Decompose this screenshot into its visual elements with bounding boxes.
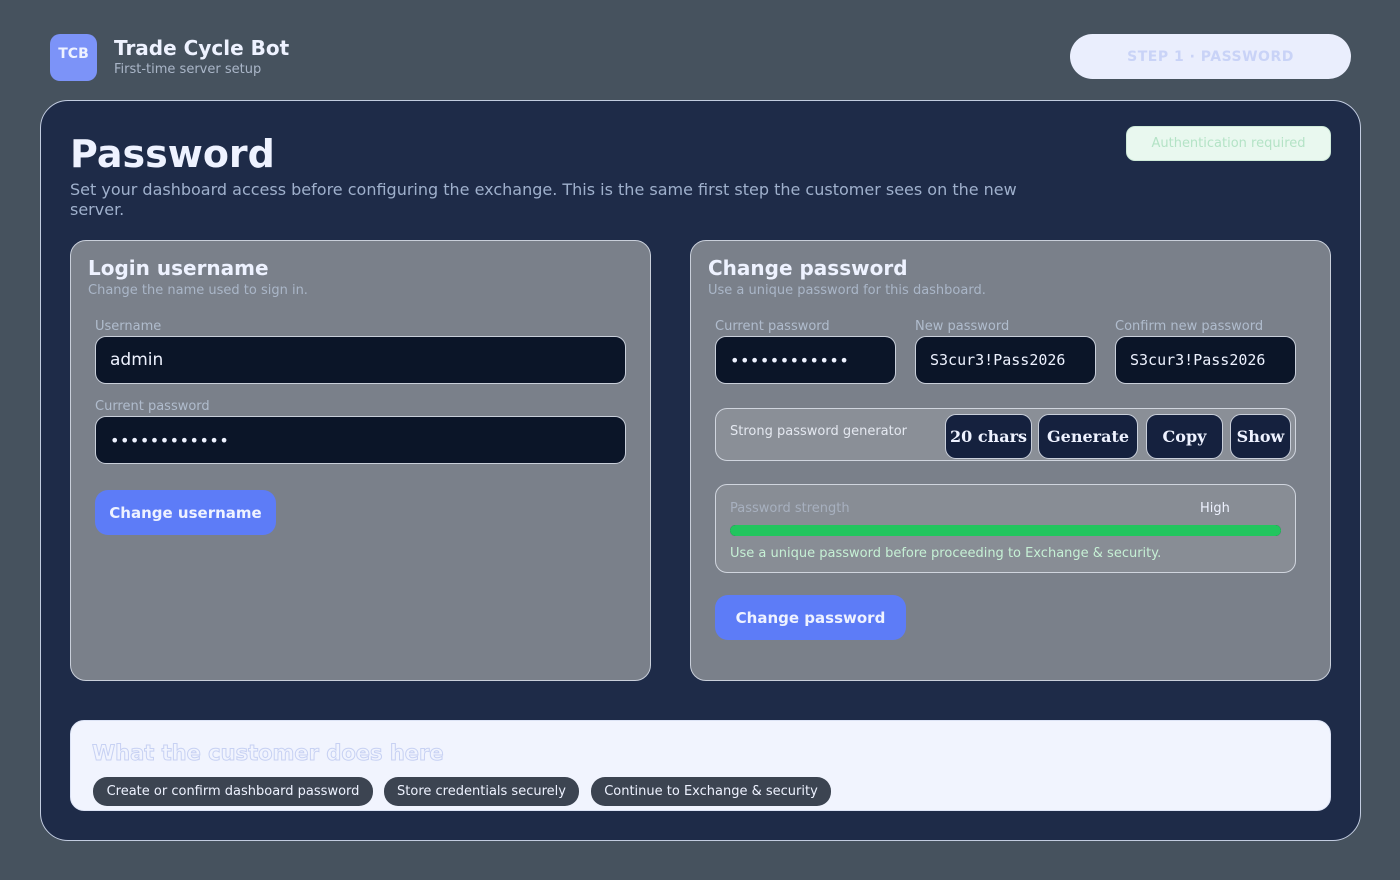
- login-current-password-label: Current password: [95, 399, 210, 414]
- current-password-label: Current password: [715, 319, 830, 334]
- customer-step-chip: Store credentials securely: [384, 777, 579, 806]
- strength-value: High: [1200, 501, 1230, 516]
- show-button[interactable]: Show: [1230, 414, 1291, 459]
- copy-button[interactable]: Copy: [1146, 414, 1223, 459]
- current-password-input[interactable]: ••••••••••••: [715, 336, 896, 384]
- login-panel-title: Login username: [88, 256, 269, 280]
- auth-status-badge: Authentication required: [1126, 126, 1331, 161]
- new-password-label: New password: [915, 319, 1010, 334]
- change-username-button[interactable]: Change username: [95, 490, 276, 535]
- confirm-password-label: Confirm new password: [1115, 319, 1264, 334]
- page-description: Set your dashboard access before configu…: [70, 180, 1017, 219]
- app-logo: TCB: [50, 34, 97, 81]
- username-input[interactable]: admin: [95, 336, 626, 384]
- customer-steps-title: What the customer does here: [92, 741, 445, 766]
- generate-button[interactable]: Generate: [1038, 414, 1138, 459]
- strength-meter: [730, 525, 1281, 536]
- customer-step-chip: Continue to Exchange & security: [591, 777, 831, 806]
- new-password-input[interactable]: S3cur3!Pass2026: [915, 336, 1096, 384]
- step-indicator: STEP 1 · PASSWORD: [1070, 34, 1351, 79]
- strength-meter-fill: [730, 525, 1281, 536]
- strength-note: Use a unique password before proceeding …: [730, 546, 1162, 561]
- login-current-password-input[interactable]: ••••••••••••: [95, 416, 626, 464]
- confirm-password-input[interactable]: S3cur3!Pass2026: [1115, 336, 1296, 384]
- length-20-chars-button[interactable]: 20 chars: [945, 414, 1032, 459]
- username-label: Username: [95, 319, 162, 334]
- app-title: Trade Cycle Bot: [114, 36, 290, 60]
- app-subtitle: First-time server setup: [114, 62, 262, 77]
- generator-label: Strong password generator: [730, 424, 908, 439]
- password-panel-title: Change password: [708, 256, 908, 280]
- strength-label: Password strength: [730, 501, 850, 516]
- change-password-button[interactable]: Change password: [715, 595, 906, 640]
- login-panel-subtitle: Change the name used to sign in.: [88, 283, 308, 298]
- customer-step-chip: Create or confirm dashboard password: [93, 777, 373, 806]
- password-panel-subtitle: Use a unique password for this dashboard…: [708, 283, 986, 298]
- page-title: Password: [70, 132, 275, 176]
